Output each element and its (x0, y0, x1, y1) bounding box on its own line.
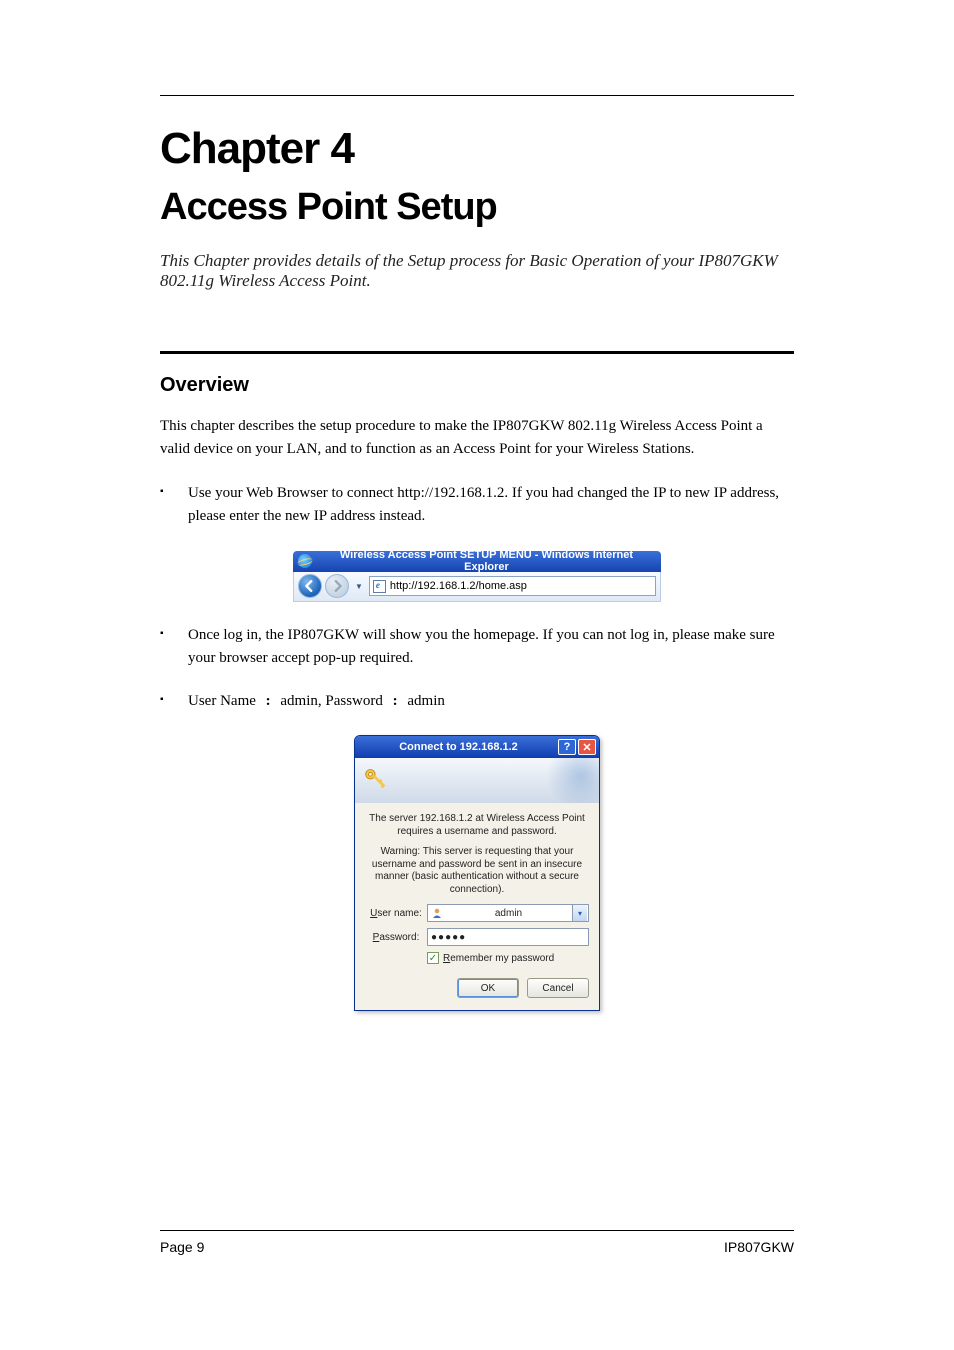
username-input[interactable]: admin ▾ (427, 904, 589, 922)
auth-dialog-figure: Connect to 192.168.1.2 ? ✕ The server 19… (354, 735, 600, 1011)
footer-page: Page 9 (160, 1239, 204, 1255)
footer-model: IP807GKW (724, 1239, 794, 1255)
header-rule (160, 95, 794, 96)
close-button[interactable]: ✕ (578, 739, 596, 755)
browser-toolbar: ▼ http://192.168.1.2/home.asp (293, 572, 661, 602)
steps-list: Use your Web Browser to connect http://1… (160, 482, 794, 529)
step3-mid: admin, Password (280, 693, 383, 709)
step3-pass-val: admin (407, 693, 445, 709)
help-button[interactable]: ? (558, 739, 576, 755)
remember-checkbox-row[interactable]: ✓ Remember my password (427, 952, 589, 964)
dialog-msg-2: Warning: This server is requesting that … (365, 846, 589, 896)
address-bar[interactable]: http://192.168.1.2/home.asp (369, 576, 656, 596)
nav-dropdown-icon[interactable]: ▼ (352, 582, 366, 591)
password-value: ●●●●● (431, 932, 466, 943)
section-rule (160, 351, 794, 354)
page-footer: Page 9 IP807GKW (160, 1230, 794, 1255)
password-input[interactable]: ●●●●● (427, 928, 589, 946)
ie-logo-icon (298, 554, 312, 568)
section-heading: Overview (160, 374, 794, 397)
chapter-number: Chapter 4 (160, 124, 794, 174)
address-bar-text: http://192.168.1.2/home.asp (390, 580, 527, 592)
chapter-subtitle: This Chapter provides details of the Set… (160, 251, 794, 291)
step3-user-label: User Name (188, 693, 256, 709)
forward-button[interactable] (325, 574, 349, 598)
browser-titlebar: Wireless Access Point SETUP MENU - Windo… (293, 551, 661, 572)
dialog-titlebar: Connect to 192.168.1.2 ? ✕ (355, 736, 599, 758)
person-icon (431, 907, 443, 919)
dialog-body: The server 192.168.1.2 at Wireless Acces… (355, 803, 599, 1010)
back-button[interactable] (298, 574, 322, 598)
chapter-title: Access Point Setup (160, 186, 794, 229)
step-1: Use your Web Browser to connect http://1… (160, 482, 794, 529)
step-3: User Name : admin, Password : admin (160, 690, 794, 713)
dialog-banner (355, 758, 599, 803)
username-value: admin (447, 908, 570, 919)
username-label: User name: (365, 908, 427, 919)
checkbox-checked-icon[interactable]: ✓ (427, 952, 439, 964)
ok-button[interactable]: OK (457, 978, 519, 998)
steps-list-2: Once log in, the IP807GKW will show you … (160, 624, 794, 714)
page-icon (373, 580, 386, 593)
browser-window-figure: Wireless Access Point SETUP MENU - Windo… (293, 551, 661, 602)
dialog-title-text: Connect to 192.168.1.2 (361, 741, 556, 753)
dialog-msg-1: The server 192.168.1.2 at Wireless Acces… (365, 813, 589, 838)
cancel-button[interactable]: Cancel (527, 978, 589, 998)
step-2: Once log in, the IP807GKW will show you … (160, 624, 794, 671)
password-label: Password: (365, 932, 427, 943)
username-dropdown-icon[interactable]: ▾ (572, 905, 587, 921)
keys-icon (361, 763, 391, 798)
overview-text: This chapter describes the setup procedu… (160, 415, 794, 460)
remember-label: Remember my password (443, 953, 554, 964)
browser-title-text: Wireless Access Point SETUP MENU - Windo… (317, 549, 656, 573)
